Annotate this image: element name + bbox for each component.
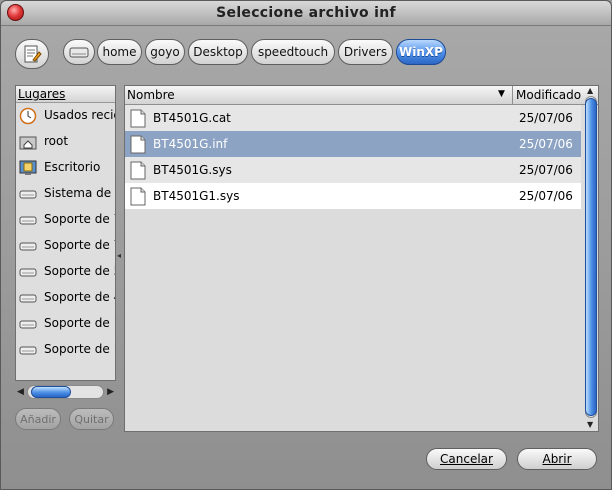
place-label: Soporte de 1 bbox=[44, 316, 115, 330]
place-drive[interactable]: Soporte de 1 bbox=[16, 337, 115, 363]
file-list[interactable]: Nombre ▼ Modificado BT4501G.cat 25/07/06… bbox=[124, 85, 599, 432]
cancel-button[interactable]: Cancelar bbox=[426, 448, 507, 470]
column-modified-header[interactable]: Modificado bbox=[516, 88, 581, 102]
scroll-thumb[interactable] bbox=[585, 98, 597, 416]
file-name: BT4501G.sys bbox=[153, 163, 232, 177]
path-segment-home[interactable]: home bbox=[97, 39, 142, 65]
sort-descending-icon: ▼ bbox=[498, 89, 505, 99]
file-name: BT4501G1.sys bbox=[153, 189, 240, 203]
file-row[interactable]: BT4501G.sys 25/07/06 bbox=[125, 157, 581, 183]
open-button-label: Abrir bbox=[542, 452, 572, 466]
place-label: Soporte de 4 bbox=[44, 290, 115, 304]
scroll-left-icon[interactable]: ◀ bbox=[17, 387, 24, 397]
place-label: Sistema de bbox=[44, 186, 112, 200]
places-horizontal-scrollbar[interactable]: ◀ ▶ bbox=[15, 384, 116, 400]
pane-resize-grip-icon[interactable]: ◂ bbox=[117, 251, 121, 260]
scroll-down-icon[interactable]: ▼ bbox=[587, 420, 593, 429]
drive-icon bbox=[19, 346, 37, 355]
place-root[interactable]: root bbox=[16, 129, 115, 155]
drive-icon bbox=[19, 268, 37, 277]
column-divider[interactable] bbox=[512, 86, 513, 104]
file-icon bbox=[130, 161, 146, 180]
drive-icon bbox=[19, 190, 37, 199]
column-name-header[interactable]: Nombre bbox=[127, 88, 175, 102]
window-title: Seleccione archivo inf bbox=[216, 5, 396, 21]
path-segment-drivers[interactable]: Drivers bbox=[338, 39, 393, 65]
file-icon bbox=[130, 187, 146, 206]
path-segment-goyo[interactable]: goyo bbox=[145, 39, 185, 65]
file-row[interactable]: BT4501G1.sys 25/07/06 bbox=[125, 183, 581, 209]
clock-icon bbox=[19, 107, 37, 125]
file-row-selected[interactable]: BT4501G.inf 25/07/06 bbox=[125, 131, 581, 157]
column-headers: Nombre ▼ Modificado bbox=[125, 86, 598, 105]
place-drive[interactable]: Soporte de 4 bbox=[16, 285, 115, 311]
file-chooser-window: Seleccione archivo inf home goyo Desktop… bbox=[0, 0, 612, 490]
scroll-right-icon[interactable]: ▶ bbox=[107, 387, 114, 397]
place-label: Soporte de 5 bbox=[44, 264, 115, 278]
place-recent[interactable]: Usados recie bbox=[16, 103, 115, 129]
path-segment-desktop[interactable]: Desktop bbox=[188, 39, 248, 65]
title-bar[interactable]: Seleccione archivo inf bbox=[1, 1, 611, 26]
file-icon bbox=[130, 109, 146, 128]
place-drive[interactable]: Soporte de 5 bbox=[16, 259, 115, 285]
home-folder-icon bbox=[19, 136, 37, 150]
place-label: Usados recie bbox=[44, 108, 115, 122]
desktop-icon bbox=[19, 160, 37, 175]
path-segment-speedtouch[interactable]: speedtouch bbox=[251, 39, 335, 65]
edit-document-icon bbox=[24, 45, 42, 63]
scroll-thumb[interactable] bbox=[31, 386, 71, 398]
file-modified: 25/07/06 bbox=[519, 163, 573, 177]
file-modified: 25/07/06 bbox=[519, 189, 573, 203]
place-label: Soporte de 1 bbox=[44, 342, 115, 356]
drive-icon bbox=[19, 320, 37, 329]
file-name: BT4501G.cat bbox=[153, 111, 231, 125]
place-label: Soporte de 7 bbox=[44, 212, 115, 226]
path-segment-winxp[interactable]: WinXP bbox=[396, 39, 446, 65]
file-list-vertical-scrollbar[interactable]: ▲ ▼ bbox=[583, 86, 599, 431]
drive-icon bbox=[19, 242, 37, 251]
file-row[interactable]: BT4501G.cat 25/07/06 bbox=[125, 105, 581, 131]
file-modified: 25/07/06 bbox=[519, 137, 573, 151]
add-place-button[interactable]: Añadir bbox=[15, 408, 61, 430]
place-label: Soporte de 7 bbox=[44, 238, 115, 252]
place-drive[interactable]: Soporte de 7 bbox=[16, 207, 115, 233]
places-sidebar: Lugares Usados recie root Escritorio Sis… bbox=[15, 85, 116, 381]
open-button[interactable]: Abrir bbox=[517, 448, 597, 470]
place-label: Escritorio bbox=[44, 160, 101, 174]
drive-icon bbox=[19, 216, 37, 225]
cancel-button-label: Cancelar bbox=[440, 452, 493, 466]
place-drive[interactable]: Soporte de 7 bbox=[16, 233, 115, 259]
places-header[interactable]: Lugares bbox=[16, 86, 115, 103]
scroll-up-icon[interactable]: ▲ bbox=[587, 86, 593, 95]
file-modified: 25/07/06 bbox=[519, 111, 573, 125]
place-desktop[interactable]: Escritorio bbox=[16, 155, 115, 181]
type-location-button[interactable] bbox=[15, 39, 49, 69]
filesystem-root-button[interactable] bbox=[63, 39, 95, 65]
drive-icon bbox=[19, 294, 37, 303]
drive-icon bbox=[69, 47, 89, 58]
file-name: BT4501G.inf bbox=[153, 137, 228, 151]
file-icon bbox=[130, 135, 146, 154]
place-drive[interactable]: Sistema de bbox=[16, 181, 115, 207]
place-drive[interactable]: Soporte de 1 bbox=[16, 311, 115, 337]
place-label: root bbox=[44, 134, 69, 148]
remove-place-button[interactable]: Quitar bbox=[69, 408, 114, 430]
